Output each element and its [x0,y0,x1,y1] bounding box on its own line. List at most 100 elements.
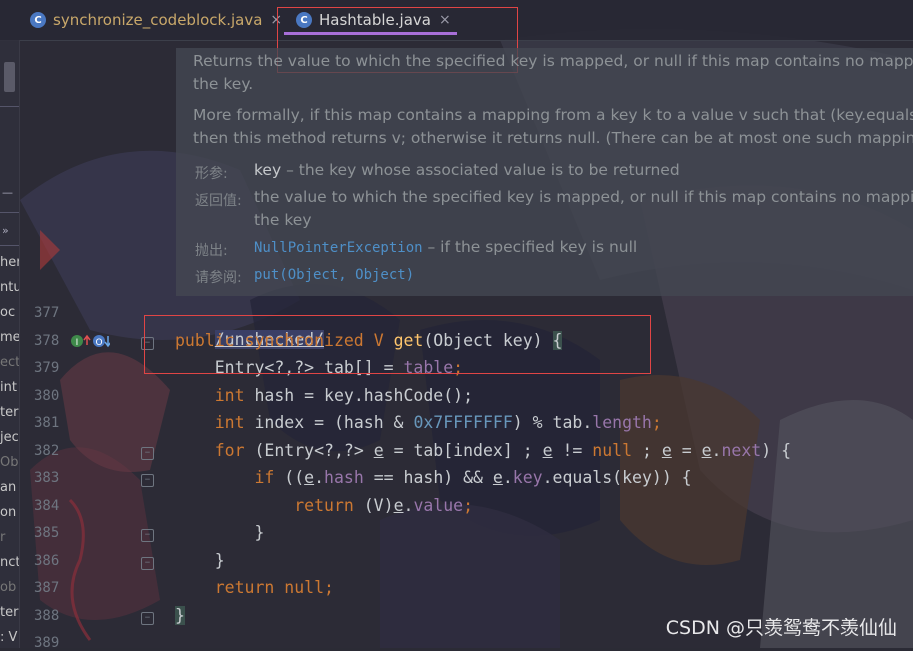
code-text: . [711,441,722,460]
code-text: . [403,496,414,515]
line-number: 377 [34,305,60,321]
code-text: ; [632,441,662,460]
code-line-385: } [175,519,264,546]
line-number: 388 [34,608,60,624]
params-label: 形参: [195,166,228,182]
editor-gutter: 377 378 379 380 381 382 383 384 385 386 … [20,296,154,651]
doc-line: the key. [193,75,254,93]
tree-item[interactable]: ect [0,355,19,370]
brace: } [175,606,185,625]
code-text: . [502,468,513,487]
code-text: (V) [363,496,394,515]
line-number: 387 [34,580,60,596]
doc-line: then this method returns v; otherwise it… [193,129,913,147]
code-text: != [552,441,593,460]
returns-label: 返回值: [195,193,242,209]
tree-item[interactable]: ter [0,405,19,420]
param-desc: – the key whose associated value is to b… [281,161,680,179]
code-line-387: return null; [175,574,334,601]
divider [0,212,19,213]
tab-synchronize-codeblock[interactable]: C synchronize_codeblock.java × [30,0,282,40]
returns-value: the key [254,211,312,229]
variable: e [373,441,384,460]
svg-text:O: O [95,338,102,348]
variable: e [542,441,553,460]
code-text: == hash) && [363,468,493,487]
tree-item[interactable]: me [0,330,19,345]
minus-icon[interactable]: — [2,186,13,199]
tree-item[interactable]: : V [0,630,19,645]
throws-desc: – if the specified key is null [422,238,638,256]
project-panel-strip: — » her ntu oc me ect int ter jec Ob an … [0,40,20,648]
divider [0,106,19,107]
keyword: for [175,441,255,460]
code-line-386: } [175,547,225,574]
tree-item[interactable]: her [0,255,19,270]
see-also-label: 请参阅: [195,270,242,286]
code-text: .equals(key)) { [542,468,692,487]
keyword: null [592,441,633,460]
code-line-388: } [175,602,185,629]
code-line-381: int index = (hash & 0x7FFFFFFF) % tab.le… [175,409,662,436]
tree-item[interactable]: nct [0,555,19,570]
field: next [721,441,762,460]
tree-item[interactable]: ntu [0,280,19,295]
tab-label: synchronize_codeblock.java [53,11,263,29]
tree-item[interactable]: Ob [0,455,19,470]
keyword: if [175,468,285,487]
throws-value: NullPointerException – if the specified … [254,238,637,256]
fold-icon[interactable]: − [141,529,154,542]
code-text: . [314,468,325,487]
line-number: 386 [34,553,60,569]
keyword: return [175,496,364,515]
see-also-link[interactable]: put(Object, Object) [254,267,414,283]
code-text: = [671,441,702,460]
code-text: } [175,523,265,542]
doc-line: Returns the value to which the specified… [193,52,913,70]
exception-link[interactable]: NullPointerException [254,240,423,256]
javadoc-panel: Returns the value to which the specified… [176,48,913,296]
tree-item[interactable]: int [0,380,19,395]
line-number: 380 [34,388,60,404]
line-number: 379 [34,360,60,376]
code-line-380: int hash = key.hashCode(); [175,382,473,409]
number-literal: 0x7FFFFFFF [413,413,513,432]
line-number: 381 [34,415,60,431]
code-line-382: for (Entry<?,?> e = tab[index] ; e != nu… [175,437,791,464]
tree-item[interactable]: an [0,480,19,495]
fold-icon[interactable]: − [141,447,154,460]
tree-item[interactable]: ob [0,580,19,595]
field: hash [324,468,364,487]
keyword: int [175,386,255,405]
watermark: CSDN @只羡鸳鸯不羡仙仙 [665,617,897,639]
implementing-methods-icon[interactable]: I O [70,333,110,349]
line-number: 382 [34,443,60,459]
code-text: index = (hash & [254,413,414,432]
fold-icon[interactable]: − [141,557,154,570]
variable: e [701,441,712,460]
fold-icon[interactable]: − [141,474,154,487]
tree-item[interactable]: r [0,530,19,545]
divider [0,245,19,246]
code-line-384: return (V)e.value; [175,492,473,519]
scroll-thumb[interactable] [4,62,15,92]
code-text: ; [463,496,474,515]
keyword: int [175,413,255,432]
code-text: (Entry<?,?> [254,441,374,460]
see-also-value: put(Object, Object) [254,265,414,283]
fold-icon[interactable]: − [141,612,154,625]
variable: e [661,441,672,460]
throws-label: 抛出: [195,243,228,259]
tree-item[interactable]: on [0,505,19,520]
expand-icon[interactable]: » [2,224,9,237]
tree-item[interactable]: jec [0,430,19,445]
code-text: } [175,551,225,570]
returns-value: the value to which the specified key is … [254,188,913,206]
code-text: ) % tab. [512,413,593,432]
field: length [592,413,652,432]
code-line-383: if ((e.hash == hash) && e.key.equals(key… [175,464,692,491]
tree-item[interactable]: oc [0,305,19,320]
tree-item[interactable]: ter [0,605,19,620]
line-number: 383 [34,470,60,486]
code-text: ) { [761,441,792,460]
